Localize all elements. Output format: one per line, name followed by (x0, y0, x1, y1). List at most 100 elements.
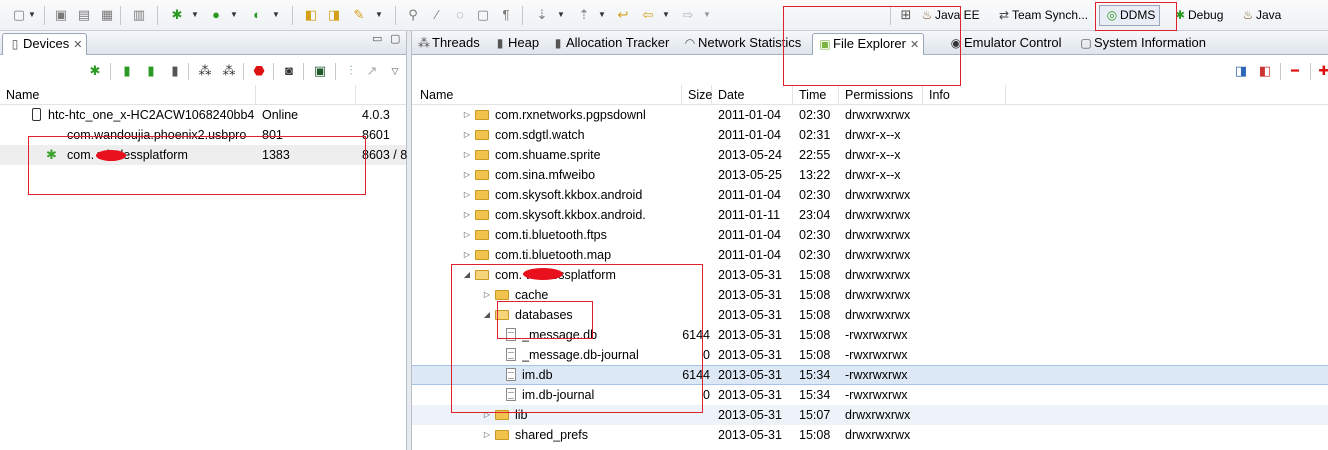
expand-icon[interactable]: ▷ (482, 425, 492, 445)
expand-icon[interactable]: ▷ (462, 185, 472, 205)
folder-row[interactable]: ◢ databases 2013-05-31 15:08 drwxrwxrwx (412, 305, 1328, 325)
debug-run-icon[interactable]: ✱ (168, 6, 186, 24)
run-dropdown-icon[interactable]: ▼ (230, 6, 238, 24)
perspective-debug[interactable]: ✱ Debug (1172, 5, 1223, 26)
marker-icon[interactable]: ⚲ (404, 6, 422, 24)
save-all-icon[interactable]: ▤ (75, 6, 93, 24)
run-icon[interactable]: ● (207, 6, 225, 24)
folder-row[interactable]: ▷ shared_prefs 2013-05-31 15:08 drwxrwxrwx (412, 425, 1328, 445)
process-row[interactable]: com.wandoujia.phoenix2.usbpro 801 8601 (0, 125, 406, 145)
expand-icon[interactable]: ▷ (482, 405, 492, 425)
folder-row[interactable]: ▷ com.skysoft.kkbox.android. 2011-01-11 23:… (412, 205, 1328, 225)
block-icon[interactable]: ▢ (474, 6, 492, 24)
save-icon[interactable]: ▣ (52, 6, 70, 24)
folder-row[interactable]: ▷ lib 2013-05-31 15:07 drwxrwxrwx (412, 405, 1328, 425)
column-name[interactable]: Name (0, 85, 256, 105)
expand-icon[interactable]: ▷ (462, 205, 472, 225)
search-tool-icon[interactable]: ✎ (350, 6, 368, 24)
binary-icon[interactable]: ▥ (130, 6, 148, 24)
column-time[interactable]: Time (793, 85, 839, 105)
folder-row[interactable]: ▷ com.ti.bluetooth.ftps 2011-01-04 02:30 drw… (412, 225, 1328, 245)
back-icon[interactable]: ⇦ (639, 6, 657, 24)
print-icon[interactable]: ▦ (98, 6, 116, 24)
screen-capture-icon[interactable]: ◙ (280, 62, 298, 80)
folder-row[interactable]: ▷ com.rxnetworks.pgpsdownl 2011-01-04 02:30… (412, 105, 1328, 125)
file-row[interactable]: im.db-journal 0 2013-05-31 15:34 -rwxrwxrwx (412, 385, 1328, 405)
tab-heap[interactable]: ▮ Heap (488, 33, 543, 55)
expand-icon[interactable]: ▷ (462, 245, 472, 265)
folder-row[interactable]: ▷ com.skysoft.kkbox.android 2011-01-04 02:3… (412, 185, 1328, 205)
update-heap-icon[interactable]: ▮ (118, 62, 136, 80)
tab-system-information[interactable]: ▢ System Information (1074, 33, 1210, 55)
column-info[interactable]: Info (923, 85, 1006, 105)
debug-process-icon[interactable]: ✱ (86, 62, 104, 80)
maximize-icon[interactable]: ▢ (390, 32, 400, 45)
folder-row[interactable]: ▷ com.sina.mfweibo 2013-05-25 13:22 drwxr-x-… (412, 165, 1328, 185)
pull-file-icon[interactable]: ◨ (1232, 62, 1250, 80)
expand-icon[interactable]: ▷ (462, 165, 472, 185)
file-row[interactable]: im.db 6144 2013-05-31 15:34 -rwxrwxrwx (412, 365, 1328, 385)
tab-threads[interactable]: ⁂ Threads (412, 33, 484, 55)
column-name[interactable]: Name (414, 85, 682, 105)
folder-row[interactable]: ▷ com.shuame.sprite 2013-05-24 22:55 drwxr-x… (412, 145, 1328, 165)
toggle-icon[interactable]: ◌ (451, 6, 469, 24)
new-folder-icon[interactable]: ✚ (1315, 62, 1328, 80)
column-permissions[interactable]: Permissions (839, 85, 923, 105)
device-row[interactable]: htc-htc_one_x-HC2ACW1068240bb4 Online 4.… (0, 105, 406, 125)
push-file-icon[interactable]: ◧ (1256, 62, 1274, 80)
expand-icon[interactable]: ▷ (462, 145, 472, 165)
perspective-team-synch[interactable]: ⇄ Team Synch... (996, 5, 1088, 26)
external-tools-icon[interactable]: ◐ (248, 6, 266, 24)
new-dropdown-icon[interactable]: ▼ (28, 6, 36, 24)
update-threads-icon[interactable]: ⁂ (196, 62, 214, 80)
open-folder-icon[interactable]: ◨ (325, 6, 343, 24)
show-whitespace-icon[interactable]: ¶ (497, 6, 515, 24)
view-menu-icon[interactable]: ▽ (386, 62, 404, 80)
last-edit-icon[interactable]: ↩ (614, 6, 632, 24)
folder-row[interactable]: ▷ cache 2013-05-31 15:08 drwxrwxrwx (412, 285, 1328, 305)
column-size[interactable]: Size (682, 85, 712, 105)
perspective-java-ee[interactable]: ♨ Java EE (919, 5, 980, 26)
close-icon[interactable]: ✕ (910, 39, 919, 51)
tab-devices[interactable]: ▯ Devices ✕ (2, 33, 88, 55)
close-icon[interactable]: ✕ (73, 39, 82, 51)
expand-icon[interactable]: ▷ (462, 125, 472, 145)
stop-process-icon[interactable]: ⬣ (250, 62, 268, 80)
process-row-selected[interactable]: ✱ com. wirelessplatform 1383 8603 / 8 (0, 145, 407, 165)
tab-network-statistics[interactable]: ◠ Network Statistics (678, 33, 805, 55)
expand-icon[interactable]: ▷ (462, 225, 472, 245)
expand-icon[interactable]: ▷ (482, 285, 492, 305)
back-dropdown-icon[interactable]: ▼ (662, 6, 670, 24)
new-icon[interactable]: ▢ (10, 6, 28, 24)
debug-dropdown-icon[interactable]: ▼ (191, 6, 199, 24)
external-tools-dropdown-icon[interactable]: ▼ (272, 6, 280, 24)
folder-row[interactable]: ▷ com.sdgtl.watch 2011-01-04 02:31 drwxr-x--… (412, 125, 1328, 145)
file-row[interactable]: _message.db-journal 0 2013-05-31 15:08 -rwxr… (412, 345, 1328, 365)
column-port[interactable] (356, 85, 407, 105)
search-dropdown-icon[interactable]: ▼ (375, 6, 383, 24)
dump-view-hierarchy-icon[interactable]: ▣ (311, 62, 329, 80)
prev-annotation-icon[interactable]: ⇡ (575, 6, 593, 24)
open-type-icon[interactable]: ◧ (302, 6, 320, 24)
delete-icon[interactable]: ━ (1286, 62, 1304, 80)
file-row[interactable]: _message.db 6144 2013-05-31 15:08 -rwxrwxrwx (412, 325, 1328, 345)
opengl-trace-icon[interactable]: ↗ (363, 62, 381, 80)
open-perspective-icon[interactable]: ⊞ (897, 6, 915, 24)
folder-row[interactable]: ▷ com.ti.bluetooth.map 2011-01-04 02:30 drwx… (412, 245, 1328, 265)
forward-dropdown-icon[interactable]: ▼ (703, 6, 711, 24)
collapse-icon[interactable]: ◢ (462, 265, 472, 285)
method-profiling-icon[interactable]: ⁂ (220, 62, 238, 80)
forward-icon[interactable]: ⇨ (679, 6, 697, 24)
perspective-java[interactable]: ♨ Java (1240, 5, 1282, 26)
expand-icon[interactable]: ▷ (462, 105, 472, 125)
column-status[interactable] (256, 85, 356, 105)
cause-gc-icon[interactable]: ▮ (166, 62, 184, 80)
tab-emulator-control[interactable]: ◉ Emulator Control (944, 33, 1066, 55)
collapse-icon[interactable]: ◢ (482, 305, 492, 325)
tab-allocation-tracker[interactable]: ▮ Allocation Tracker (546, 33, 673, 55)
next-annotation-dropdown-icon[interactable]: ▼ (557, 6, 565, 24)
column-date[interactable]: Date (712, 85, 793, 105)
prev-annotation-dropdown-icon[interactable]: ▼ (598, 6, 606, 24)
dump-hprof-icon[interactable]: ▮ (142, 62, 160, 80)
minimize-icon[interactable]: ▭ (372, 32, 382, 45)
